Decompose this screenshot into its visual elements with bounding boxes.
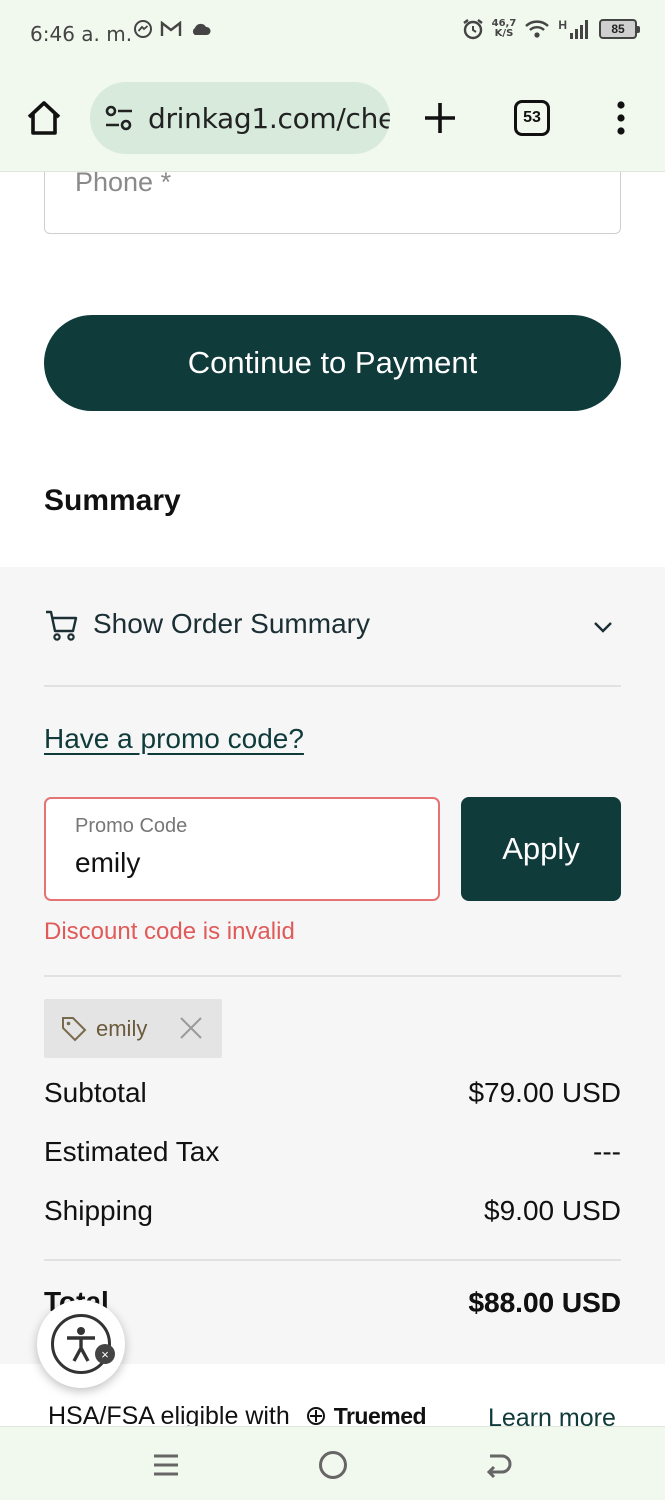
divider (44, 975, 621, 977)
order-summary-label: Show Order Summary (93, 608, 370, 639)
home-nav-icon[interactable] (319, 1451, 347, 1479)
network-speed: 46,7 K/S (491, 18, 517, 39)
battery-icon: 85 (599, 19, 640, 39)
home-icon-overlay[interactable] (24, 98, 64, 138)
shipping-label: Shipping (44, 1195, 153, 1226)
promo-code-label: Promo Code (75, 815, 188, 837)
applied-discount-code: emily (96, 1016, 148, 1041)
gmail-icon (160, 21, 182, 36)
cloud-icon (192, 23, 211, 35)
tag-icon (62, 1017, 87, 1042)
total-value-row: $88.00 USD (401, 1286, 621, 1322)
subtotal-label: Subtotal (44, 1077, 147, 1108)
signal-icon (570, 20, 588, 39)
tax-row: Estimated Tax --- (44, 1136, 621, 1172)
cart-icon (46, 610, 78, 641)
truemed-logo-icon (306, 1407, 325, 1425)
accessibility-button[interactable]: × (37, 1300, 125, 1388)
promo-code-input[interactable]: Promo Code emily (44, 797, 440, 901)
back-icon[interactable] (484, 1451, 514, 1481)
wifi-icon (525, 20, 550, 38)
total-value-full: $88.00 USD (468, 1287, 621, 1318)
tax-label: Estimated Tax (44, 1136, 220, 1167)
new-tab-icon-overlay[interactable] (420, 98, 460, 138)
continue-to-payment-button[interactable]: Continue to Payment (44, 315, 621, 411)
recent-apps-icon[interactable] (152, 1453, 180, 1477)
promo-code-link[interactable]: Have a promo code? (44, 723, 304, 755)
more-menu-icon-overlay[interactable] (608, 100, 634, 136)
close-icon[interactable]: × (95, 1344, 115, 1364)
applied-discount-chip: emily (44, 999, 222, 1058)
summary-heading: Summary (44, 484, 181, 517)
status-bar: 6:46 a. m. 46,7 K/S H 85 (0, 0, 665, 68)
messenger-icon (134, 20, 152, 38)
divider (44, 1259, 621, 1261)
promo-error-message: Discount code is invalid (44, 918, 295, 945)
apply-button[interactable]: Apply (461, 797, 621, 901)
alarm-icon (462, 19, 483, 40)
subtotal-value: $79.00 USD (468, 1077, 621, 1108)
network-type: H (558, 18, 567, 32)
subtotal-row: Subtotal $79.00 USD (44, 1077, 621, 1113)
close-icon[interactable] (178, 1015, 204, 1041)
promo-code-value[interactable]: emily (75, 847, 140, 879)
show-order-summary-toggle[interactable]: Show Order Summary (44, 607, 621, 647)
shipping-value: $9.00 USD (484, 1195, 621, 1226)
divider (44, 685, 621, 687)
site-settings-icon-overlay[interactable] (104, 104, 134, 132)
summary-panel: Show Order Summary Have a promo code? Pr… (0, 567, 665, 1364)
shipping-row: Shipping $9.00 USD (44, 1195, 621, 1231)
tax-value: --- (593, 1136, 621, 1167)
status-time: 6:46 a. m. (30, 22, 133, 46)
tab-switcher-button-overlay[interactable]: 53 (514, 100, 550, 136)
chevron-down-icon (594, 622, 612, 633)
system-nav-bar (0, 1426, 665, 1500)
url-text-overlay[interactable]: drinkag1.com/checkout (148, 102, 390, 135)
address-bar-overlay[interactable]: drinkag1.com/checkout (90, 82, 390, 154)
